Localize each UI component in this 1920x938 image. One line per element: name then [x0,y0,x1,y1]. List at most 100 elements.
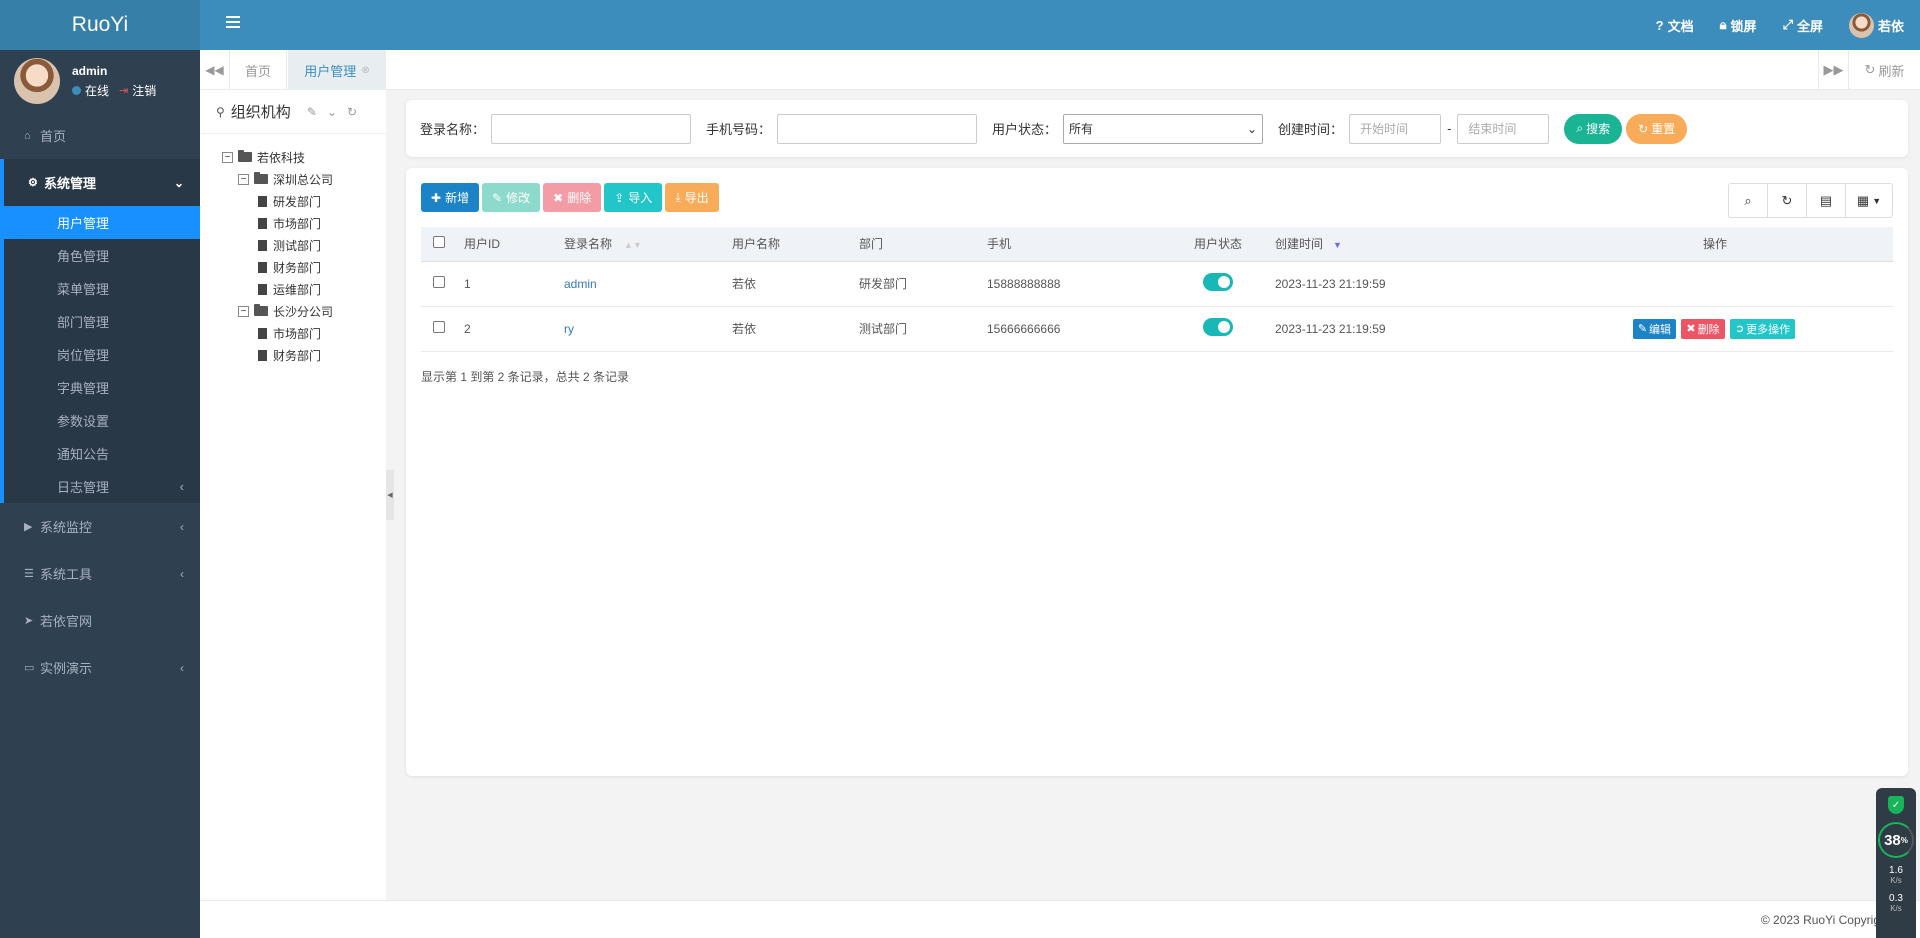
reset-button[interactable]: ↻ 重置 [1626,113,1688,144]
fullscreen-link[interactable]: ⤢ 全屏 [1783,16,1823,35]
col-user-name[interactable]: 用户名称 [724,227,851,262]
tree-node-leaf[interactable]: 研发部门 [222,190,386,212]
cell-login-name-link[interactable]: admin [564,277,597,291]
col-created-time[interactable]: 创建时间 ▼ [1267,227,1537,262]
list-icon: ▤ [1819,192,1833,208]
chevron-down-icon[interactable]: ⌄ [327,105,337,119]
sidebar-item-dict-management[interactable]: 字典管理 [4,371,200,404]
delete-button[interactable]: ✖ 删除 [543,183,602,212]
row-more-button[interactable]: ➲ 更多操作 [1729,318,1796,339]
menu-toggle-icon[interactable] [226,16,240,28]
home-icon: ⌂ [24,129,31,142]
export-button[interactable]: ⤓ 导出 [665,183,719,212]
tree-node-label: 财务部门 [273,260,322,275]
user-menu[interactable]: 若依 [1848,12,1904,38]
tree-node-leaf[interactable]: 运维部门 [222,278,386,300]
tree-node-leaf[interactable]: 财务部门 [222,344,386,366]
search-toggle-button[interactable]: ⌕ [1729,184,1768,217]
refresh-tab-button[interactable]: ↻ 刷新 [1848,50,1920,90]
docs-link[interactable]: ? 文档 [1656,16,1694,35]
login-name-label: 登录名称： [420,122,486,137]
sidebar-item-log-management[interactable]: 日志管理 ‹ [4,470,200,503]
panel-splitter-handle[interactable]: ◀ [386,470,394,520]
col-dept[interactable]: 部门 [851,227,979,262]
sidebar-item-label: 若依官网 [40,614,93,629]
sidebar-item-label: 部门管理 [57,315,110,330]
end-date-input[interactable]: 结束时间 [1457,113,1550,144]
table-refresh-button[interactable]: ↻ [1768,184,1807,217]
sidebar-item-dept-management[interactable]: 部门管理 [4,305,200,338]
row-edit-button[interactable]: ✎ 编辑 [1632,318,1677,339]
top-navbar: ? 文档 🔒︎ 锁屏 ⤢ 全屏 若依 [200,0,1920,50]
network-monitor-widget[interactable]: ✓ 38% 1.6 K/s 0.3 K/s [1876,788,1916,938]
tree-node-leaf[interactable]: 测试部门 [222,234,386,256]
gear-icon: ⚙ [28,177,38,189]
status-toggle[interactable] [1203,318,1233,336]
collapse-icon[interactable]: − [222,151,233,163]
close-icon[interactable]: ⊗ [361,65,369,76]
collapse-icon[interactable]: − [238,173,249,185]
app-logo[interactable]: RuoYi [0,0,200,50]
edit-icon[interactable]: ✎ [307,105,317,119]
col-phone[interactable]: 手机 [979,227,1169,262]
edit-button[interactable]: ✎ 修改 [482,183,541,212]
col-login-name[interactable]: 登录名称 ▲▼ [556,227,724,262]
sidebar-item-website[interactable]: ➤ 若依官网 [0,597,200,644]
status-select[interactable]: 所有 ⌄ [1063,113,1264,144]
tree-node-leaf[interactable]: 市场部门 [222,322,386,344]
avatar[interactable] [14,58,60,104]
chevron-left-icon: ‹ [180,566,184,581]
col-user-id[interactable]: 用户ID [456,227,556,262]
sidebar-item-param-settings[interactable]: 参数设置 [4,404,200,437]
row-checkbox[interactable] [432,276,445,288]
table-row[interactable]: 2 ry 若依 测试部门 15666666666 2023-11-23 21:1… [421,306,1893,352]
tab-user-management[interactable]: 用户管理 ⊗ [288,50,386,90]
phone-input[interactable] [777,113,978,144]
tree-node-leaf[interactable]: 市场部门 [222,212,386,234]
export-label: 导出 [684,191,709,205]
tabs-scroll-right-icon[interactable]: ▶▶ [1818,50,1848,90]
cell-operations [1537,261,1893,307]
sidebar-group-system: ⚙ 系统管理 ⌄ 用户管理 角色管理 菜单管理 部门管理 岗位管理 字典管理 参… [0,159,200,503]
status-toggle[interactable] [1203,273,1233,291]
import-button[interactable]: ⇪ 导入 [604,183,663,212]
sidebar-item-monitor[interactable]: ▶ 系统监控 ‹ [0,503,200,550]
cell-login-name-link[interactable]: ry [564,322,574,336]
col-status[interactable]: 用户状态 [1169,227,1267,262]
sidebar-item-notices[interactable]: 通知公告 [4,437,200,470]
tree-node-label: 市场部门 [273,216,322,231]
select-all-checkbox[interactable] [432,236,445,249]
sidebar-item-demo[interactable]: ▭ 实例演示 ‹ [0,644,200,691]
start-date-input[interactable]: 开始时间 [1349,113,1442,144]
row-delete-button[interactable]: ✖ 删除 [1681,318,1725,339]
sidebar-item-role-management[interactable]: 角色管理 [4,239,200,272]
refresh-icon[interactable]: ↻ [347,105,357,119]
sidebar-item-menu-management[interactable]: 菜单管理 [4,272,200,305]
tree-node-branch[interactable]: − 长沙分公司 [222,300,386,322]
tree-node-branch[interactable]: − 深圳总公司 [222,168,386,190]
tree-node-root[interactable]: − 若依科技 [222,146,386,168]
table-view-button[interactable]: ▤ [1807,184,1846,217]
sidebar-item-system[interactable]: ⚙ 系统管理 ⌄ [4,159,200,206]
sidebar-item-tools[interactable]: ☰ 系统工具 ‹ [0,550,200,597]
columns-button[interactable]: ▦ ▼ [1846,184,1892,217]
login-name-input[interactable] [491,113,692,144]
collapse-icon[interactable]: − [238,305,249,317]
sidebar-item-post-management[interactable]: 岗位管理 [4,338,200,371]
tabs-scroll-left-icon[interactable]: ◀◀ [200,50,230,90]
tree-node-leaf[interactable]: 财务部门 [222,256,386,278]
logout-link[interactable]: 注销 [132,82,156,99]
search-button[interactable]: ⌕ 搜索 [1564,113,1623,144]
tree-node-label: 研发部门 [273,194,322,209]
chevron-left-icon: ‹ [180,519,184,534]
sidebar-item-label: 岗位管理 [57,348,110,363]
sidebar-item-user-management[interactable]: 用户管理 [4,206,200,239]
table-row[interactable]: 1 admin 若依 研发部门 15888888888 2023-11-23 2… [421,261,1893,307]
logout-icon[interactable]: ⇥ [119,84,128,97]
add-button[interactable]: ✚ 新增 [421,183,480,212]
sidebar-item-home[interactable]: ⌂ 首页 [0,112,200,159]
row-checkbox[interactable] [432,321,445,333]
tab-home[interactable]: 首页 [230,50,287,90]
cell-user-id: 2 [456,306,556,352]
lock-screen-link[interactable]: 🔒︎ 锁屏 [1720,16,1757,35]
